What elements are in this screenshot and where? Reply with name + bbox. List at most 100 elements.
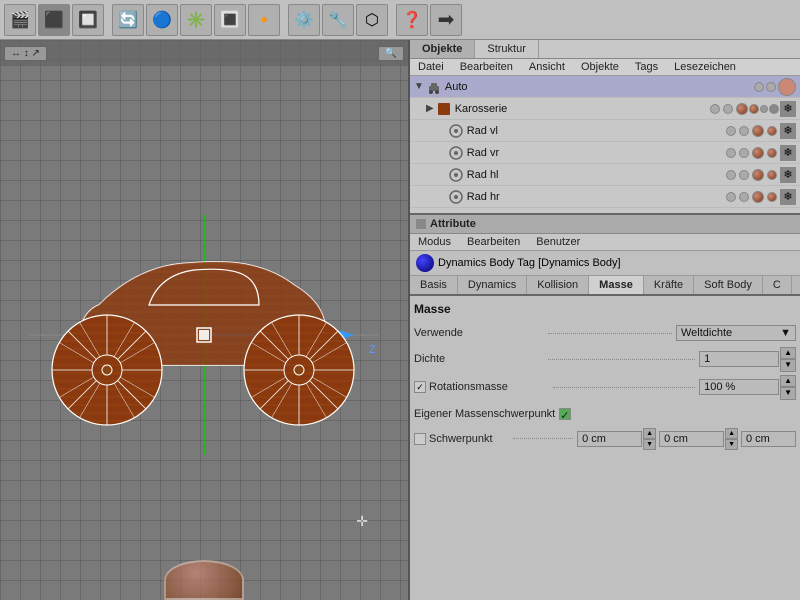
attr-label-schwerpunkt: Schwerpunkt xyxy=(429,433,509,445)
dots-line xyxy=(553,387,695,388)
rotmasse-spin-down[interactable]: ▼ xyxy=(780,387,796,399)
dichte-spinners: ▲ ▼ xyxy=(780,347,796,372)
tab-kollision[interactable]: Kollision xyxy=(527,276,589,294)
dot xyxy=(710,104,720,114)
toolbar-icon-7[interactable]: 🔸 xyxy=(248,4,280,36)
dots-line xyxy=(548,333,672,334)
schwerpunkt-y-group: ▲ ▼ xyxy=(659,428,738,450)
attr-row-dichte: Dichte 1 ▲ ▼ xyxy=(414,347,796,372)
attr-label-verwende: Verwende xyxy=(414,327,544,339)
schwerpunkt-z[interactable] xyxy=(741,431,796,447)
car-svg: Z xyxy=(19,205,389,465)
tab-c[interactable]: C xyxy=(763,276,792,294)
rotmasse-checkbox[interactable] xyxy=(414,381,426,393)
obj-menu-datei[interactable]: Datei xyxy=(414,60,448,74)
viewport[interactable]: ↔ ↕ ↗ 🔍 Z xyxy=(0,40,410,600)
attr-header-label: Attribute xyxy=(430,218,476,230)
sp-spinners-x: ▲ ▼ xyxy=(643,428,656,450)
tab-masse[interactable]: Masse xyxy=(589,276,644,294)
obj-row-radhr[interactable]: ▶ Rad hr ❄ xyxy=(410,186,800,208)
schwerpunkt-checkbox[interactable] xyxy=(414,433,426,445)
obj-row-radvr[interactable]: ▶ Rad vr ❄ xyxy=(410,142,800,164)
toolbar-icon-10[interactable]: ⬡ xyxy=(356,4,388,36)
tab-kraefte[interactable]: Kräfte xyxy=(644,276,694,294)
sp-y-down[interactable]: ▼ xyxy=(725,439,738,450)
viewport-toolbar: ↔ ↕ ↗ 🔍 xyxy=(0,40,408,66)
obj-label-karosserie: Karosserie xyxy=(455,103,710,115)
sp-x-down[interactable]: ▼ xyxy=(643,439,656,450)
sp-x-up[interactable]: ▲ xyxy=(643,428,656,439)
dichte-spin-down[interactable]: ▼ xyxy=(780,359,796,371)
obj-menu-lesezeichen[interactable]: Lesezeichen xyxy=(670,60,740,74)
obj-menu-objekte[interactable]: Objekte xyxy=(577,60,623,74)
tag-ball xyxy=(752,147,764,159)
viewport-tb-move[interactable]: ↔ ↕ ↗ xyxy=(4,46,47,61)
toolbar-icon-4[interactable]: 🔵 xyxy=(146,4,178,36)
obj-arrow-auto[interactable]: ▼ xyxy=(414,81,424,92)
schwerpunkt-x[interactable] xyxy=(577,431,642,447)
section-title-masse: Masse xyxy=(414,300,796,318)
verwende-dropdown[interactable]: Weltdichte ▼ xyxy=(676,325,796,341)
attr-menu-bearbeiten[interactable]: Bearbeiten xyxy=(463,235,524,249)
obj-icon-radhr xyxy=(448,189,464,205)
attr-tag-row: Dynamics Body Tag [Dynamics Body] xyxy=(410,251,800,276)
rotmasse-value[interactable]: 100 % xyxy=(699,379,779,395)
obj-label-radvr: Rad vr xyxy=(467,147,726,159)
toolbar-icon-12[interactable]: ➡ xyxy=(430,4,462,36)
tab-basis[interactable]: Basis xyxy=(410,276,458,294)
attr-row-rotmasse: Rotationsmasse 100 % ▲ ▼ xyxy=(414,375,796,400)
tag-icon xyxy=(416,254,434,272)
tab-objekte[interactable]: Objekte xyxy=(410,40,475,58)
obj-arrow-karosserie[interactable]: ▶ xyxy=(426,103,434,114)
obj-dots-radvl: ❄ xyxy=(726,123,796,139)
obj-row-radhl[interactable]: ▶ Rad hl ❄ xyxy=(410,164,800,186)
schwerpunkt-x-group: ▲ ▼ xyxy=(577,428,656,450)
toolbar-icon-5[interactable]: ✳️ xyxy=(180,4,212,36)
obj-row-auto[interactable]: ▼ Auto xyxy=(410,76,800,98)
tag-ball xyxy=(736,103,748,115)
dot xyxy=(778,78,796,96)
obj-menu-tags[interactable]: Tags xyxy=(631,60,662,74)
toolbar-icon-0[interactable]: 🎬 xyxy=(4,4,36,36)
tag-ball xyxy=(767,148,777,158)
eigener-checkbox[interactable]: ✓ xyxy=(559,408,571,420)
attr-row-massenschwerpunkt: Eigener Massenschwerpunkt ✓ xyxy=(414,403,796,425)
tab-softbody[interactable]: Soft Body xyxy=(694,276,763,294)
obj-dots-radhl: ❄ xyxy=(726,167,796,183)
attribute-panel: Attribute Modus Bearbeiten Benutzer Dyna… xyxy=(410,215,800,600)
schwerpunkt-y[interactable] xyxy=(659,431,724,447)
obj-row-karosserie[interactable]: ▶ Karosserie xyxy=(410,98,800,120)
toolbar-icon-6[interactable]: 🔳 xyxy=(214,4,246,36)
tag-snowflake: ❄ xyxy=(780,123,796,139)
dichte-spin-up[interactable]: ▲ xyxy=(780,347,796,359)
rotmasse-spin-up[interactable]: ▲ xyxy=(780,375,796,387)
bottom-object xyxy=(164,560,244,600)
obj-row-radvl[interactable]: ▶ Rad vl ❄ xyxy=(410,120,800,142)
dichte-spinner-group: 1 ▲ ▼ xyxy=(699,347,796,372)
toolbar-icon-8[interactable]: ⚙️ xyxy=(288,4,320,36)
attr-menu-modus[interactable]: Modus xyxy=(414,235,455,249)
attr-menu-benutzer[interactable]: Benutzer xyxy=(532,235,584,249)
attr-content: Masse Verwende Weltdichte ▼ xyxy=(410,296,800,600)
schwerpunkt-fields: ▲ ▼ ▲ ▼ xyxy=(577,428,796,450)
sp-y-up[interactable]: ▲ xyxy=(725,428,738,439)
toolbar-icon-2[interactable]: 🔲 xyxy=(72,4,104,36)
tag-ball xyxy=(760,105,768,113)
obj-icon-karosserie xyxy=(436,101,452,117)
tab-struktur[interactable]: Struktur xyxy=(475,40,539,58)
obj-icon-radvr xyxy=(448,145,464,161)
tab-dynamics[interactable]: Dynamics xyxy=(458,276,527,294)
tag-snowflake: ❄ xyxy=(780,101,796,117)
toolbar-icon-11[interactable]: ❓ xyxy=(396,4,428,36)
obj-icon-auto xyxy=(426,79,442,95)
dot xyxy=(739,148,749,158)
toolbar-icon-3[interactable]: 🔄 xyxy=(112,4,144,36)
toolbar-icon-9[interactable]: 🔧 xyxy=(322,4,354,36)
obj-menu-ansicht[interactable]: Ansicht xyxy=(525,60,569,74)
attr-menubar: Modus Bearbeiten Benutzer xyxy=(410,234,800,251)
panel-tabs-obj: Objekte Struktur xyxy=(410,40,800,59)
dichte-value[interactable]: 1 xyxy=(699,351,779,367)
viewport-tb-zoom[interactable]: 🔍 xyxy=(378,46,404,61)
obj-menu-bearbeiten[interactable]: Bearbeiten xyxy=(456,60,517,74)
toolbar-icon-1[interactable]: ⬛ xyxy=(38,4,70,36)
